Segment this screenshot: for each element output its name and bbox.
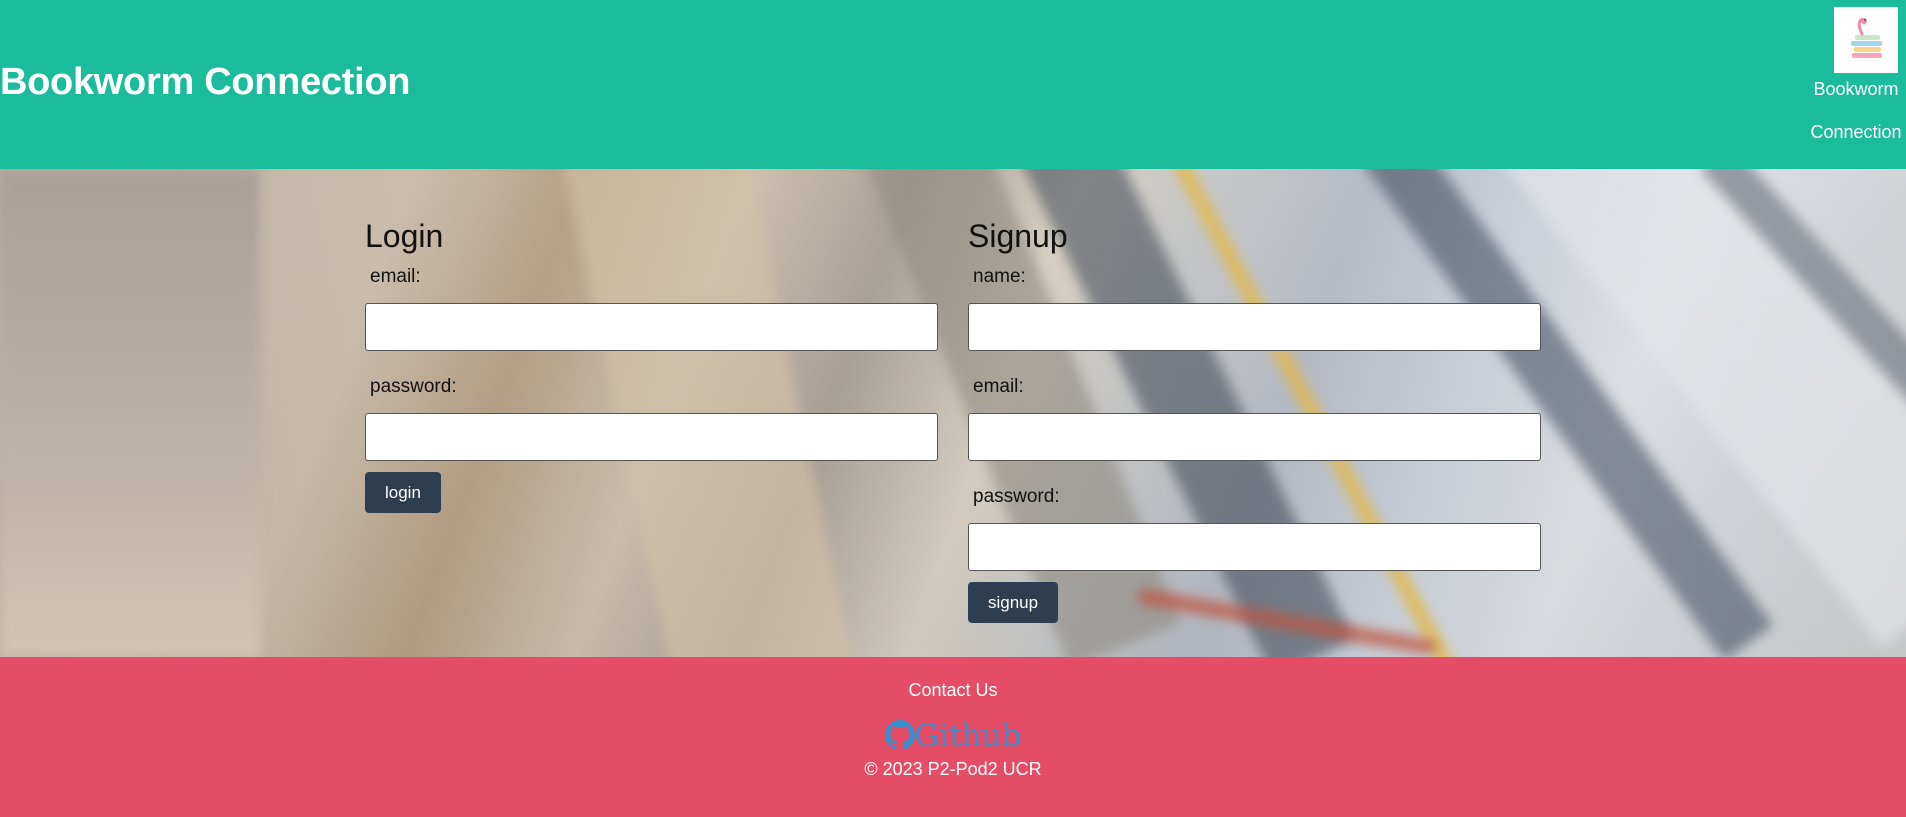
brand-name-line1: Bookworm — [1813, 79, 1899, 99]
site-footer: Contact Us Github © 2023 P2-Pod2 UCR — [0, 657, 1906, 817]
login-email-input[interactable] — [365, 303, 938, 351]
login-button[interactable]: login — [365, 472, 441, 513]
signup-name-input[interactable] — [968, 303, 1541, 351]
signup-heading: Signup — [968, 218, 1068, 254]
brand-block[interactable]: Bookworm Connection — [1806, 7, 1906, 154]
signup-password-label: password: — [973, 486, 1060, 507]
github-link[interactable]: Github — [0, 719, 1906, 753]
login-password-input[interactable] — [365, 413, 938, 461]
signup-name-label: name: — [973, 266, 1026, 287]
signup-email-input[interactable] — [968, 413, 1541, 461]
signup-password-input[interactable] — [968, 523, 1541, 571]
copyright-text: © 2023 P2-Pod2 UCR — [864, 759, 1042, 779]
logo-graphic — [1851, 18, 1882, 58]
signup-form: Signup name: email: password: signup — [968, 216, 1541, 623]
brand-name-line2: Connection — [1810, 122, 1902, 142]
github-icon — [884, 720, 915, 750]
bookworm-books-logo-icon[interactable] — [1834, 7, 1898, 73]
login-heading: Login — [365, 218, 444, 254]
login-form: Login email: password: login — [365, 216, 938, 513]
site-header: Bookworm Connection Bookworm Connection — [0, 0, 1906, 169]
signup-email-label: email: — [973, 376, 1024, 397]
site-title: Bookworm Connection — [0, 61, 411, 103]
login-password-label: password: — [370, 376, 457, 397]
main-content: Login email: password: login Signup name… — [0, 169, 1906, 657]
login-email-label: email: — [370, 266, 421, 287]
github-label: Github — [914, 718, 1022, 754]
contact-us-link[interactable]: Contact Us — [0, 678, 1906, 702]
signup-button[interactable]: signup — [968, 582, 1059, 623]
